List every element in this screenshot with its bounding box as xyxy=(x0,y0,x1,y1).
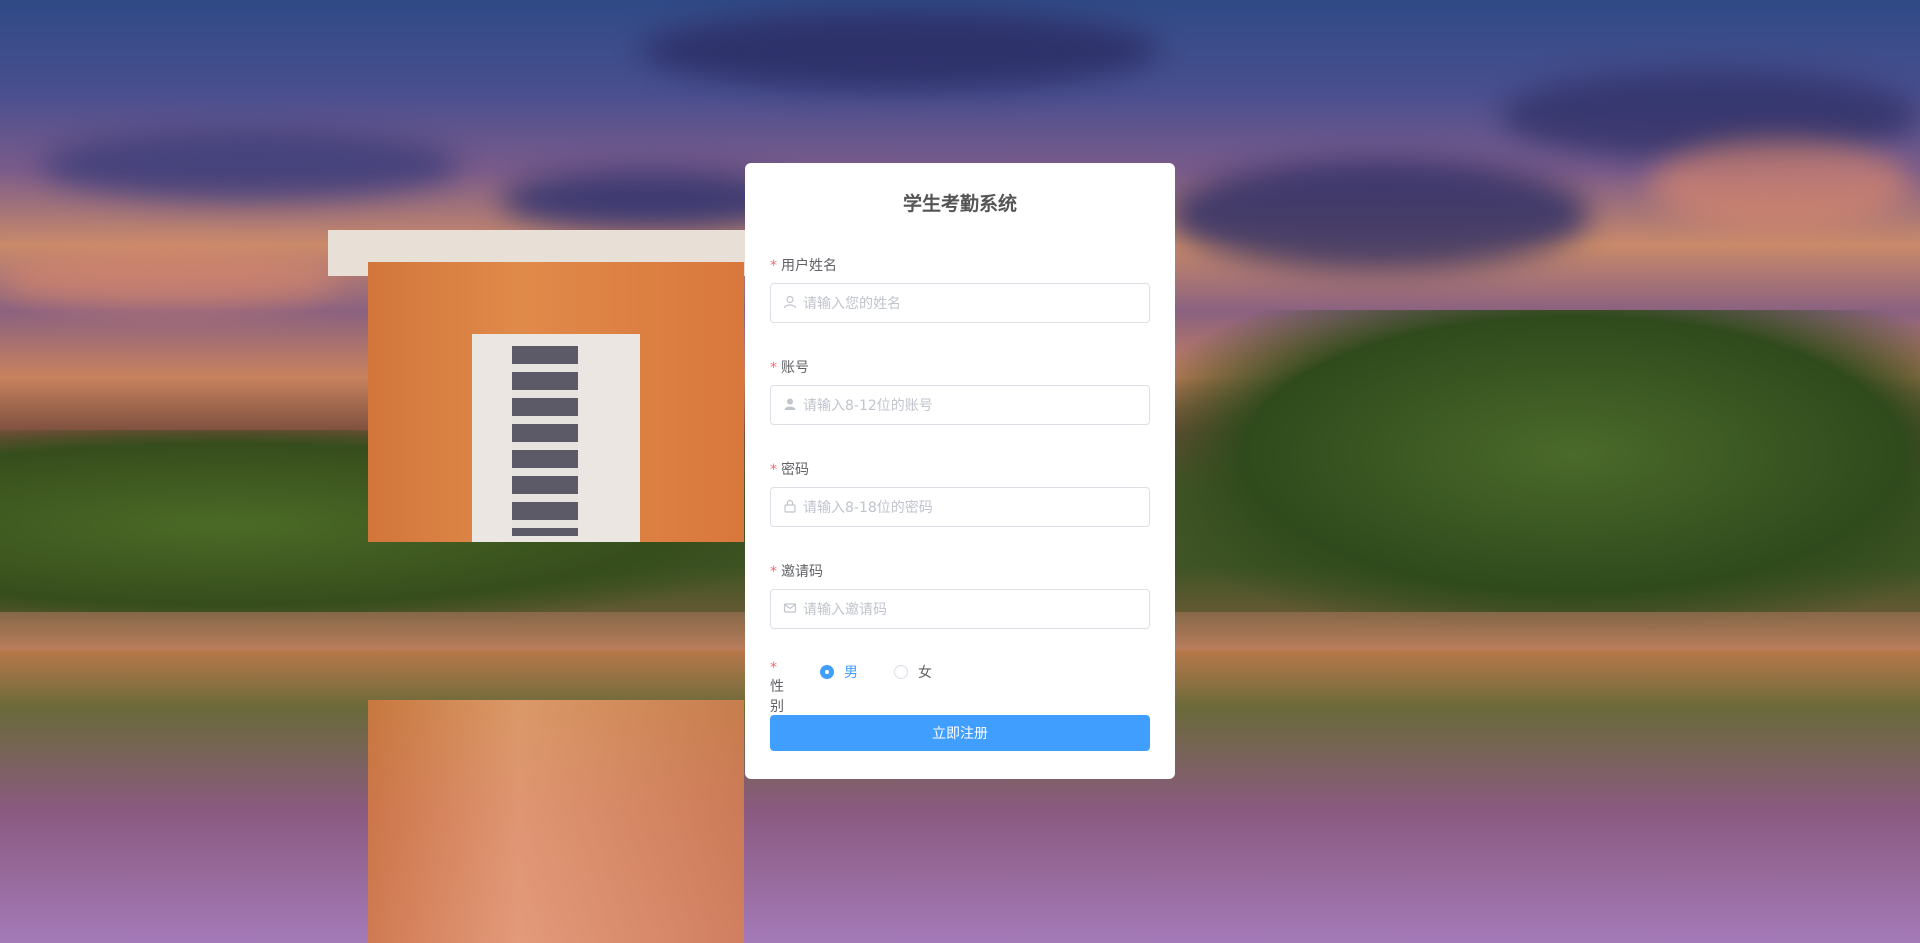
building-reflection xyxy=(368,700,744,943)
invite-code-input-wrapper[interactable] xyxy=(770,589,1150,630)
account-input-wrapper[interactable] xyxy=(770,385,1150,426)
register-button[interactable]: 立即注册 xyxy=(770,715,1150,751)
invite-code-label-text: 邀请码 xyxy=(781,564,823,580)
message-icon xyxy=(782,601,798,617)
account-input[interactable] xyxy=(801,386,1145,426)
cloud xyxy=(640,10,1160,90)
gender-label-text: 性别 xyxy=(770,679,784,715)
account-label-text: 账号 xyxy=(781,360,809,376)
password-field-label: * 密码 xyxy=(770,459,809,479)
required-mark: * xyxy=(770,258,777,274)
register-card: 学生考勤系统 *用户姓名 *账号 *密码 *邀请码 xyxy=(745,163,1175,779)
lock-icon xyxy=(782,499,798,515)
name-label-text: 用户姓名 xyxy=(781,258,837,274)
required-mark: * xyxy=(770,360,777,376)
gender-radio-female-label[interactable]: 女 xyxy=(918,662,932,682)
account-field-label: * 账号 xyxy=(770,357,809,377)
radio-unchecked-icon[interactable] xyxy=(894,665,908,679)
password-input[interactable] xyxy=(801,488,1145,528)
cloud xyxy=(0,250,340,310)
radio-checked-icon[interactable] xyxy=(820,665,834,679)
password-label-text: 密码 xyxy=(781,462,809,478)
gender-label: * 性别 xyxy=(770,660,784,716)
user-solid-icon xyxy=(782,397,798,413)
password-input-wrapper[interactable] xyxy=(770,487,1150,528)
gender-radio-male[interactable]: 男 xyxy=(820,662,858,682)
page-title: 学生考勤系统 xyxy=(902,193,1017,215)
gender-radio-female[interactable]: 女 xyxy=(894,662,932,682)
invite-code-input[interactable] xyxy=(801,590,1145,630)
name-input[interactable] xyxy=(801,284,1145,324)
cloud xyxy=(1650,140,1910,230)
user-outline-icon xyxy=(782,295,798,311)
name-input-wrapper[interactable] xyxy=(770,283,1150,324)
required-mark: * xyxy=(770,462,777,478)
name-field-label: * 用户姓名 xyxy=(770,255,837,275)
required-mark: * xyxy=(770,564,777,580)
required-mark: * xyxy=(770,660,777,676)
cloud xyxy=(40,130,460,200)
trees-right xyxy=(1150,310,1920,630)
cloud xyxy=(1170,160,1590,270)
invite-code-field-label: * 邀请码 xyxy=(770,561,823,581)
gender-radio-male-label[interactable]: 男 xyxy=(844,662,858,682)
building-windows xyxy=(512,346,578,536)
